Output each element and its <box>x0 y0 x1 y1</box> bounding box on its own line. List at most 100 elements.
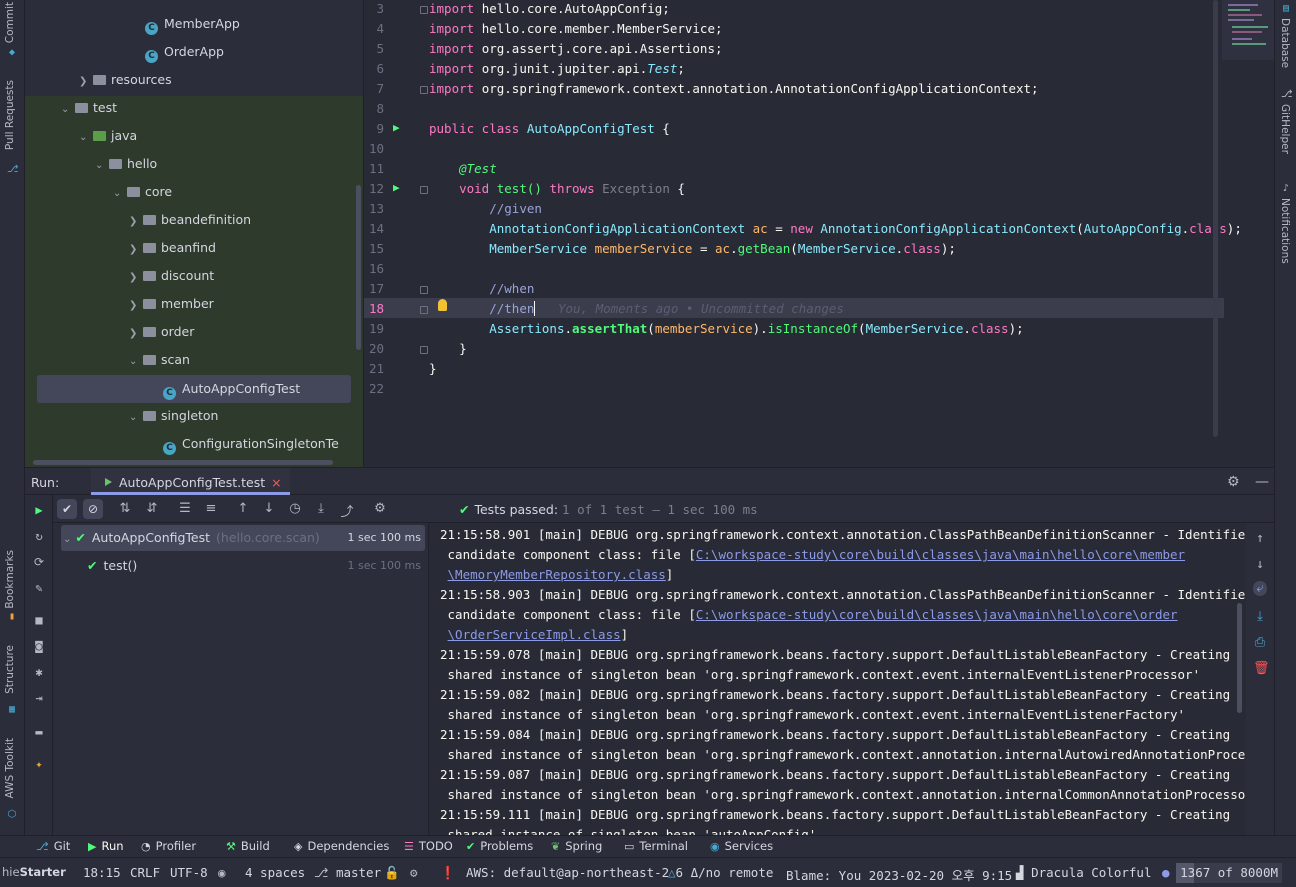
show-passed-toggle[interactable]: ✔ <box>57 499 77 519</box>
scroll-to-end-icon[interactable]: ⤓ <box>1253 609 1267 624</box>
chevron-down-icon[interactable]: ⌄ <box>63 534 71 545</box>
import-icon[interactable]: ⇥ <box>32 691 46 705</box>
debug-icon[interactable]: ✱ <box>32 665 46 679</box>
chevron-right-icon[interactable]: ❯ <box>129 208 143 236</box>
fold-marker[interactable] <box>420 6 428 14</box>
tree-item-member-app[interactable]: C MemberApp <box>145 10 240 38</box>
trash-icon[interactable]: 🗑 <box>1253 661 1270 676</box>
blame-info[interactable]: Blame: You 2023-02-20 오후 9:15 <box>786 865 1012 884</box>
fold-marker[interactable] <box>420 286 428 294</box>
arrow-down-icon[interactable]: ↓ <box>260 501 278 516</box>
git-branch[interactable]: ⎇ master <box>314 865 381 880</box>
notifications-tool-button[interactable]: Notifications <box>1279 198 1291 264</box>
pull-requests-tool-button[interactable]: Pull Requests <box>4 80 16 150</box>
stop-icon[interactable]: ■ <box>32 613 46 627</box>
history-icon[interactable]: ◷ <box>286 501 304 516</box>
close-icon[interactable]: × <box>271 475 281 490</box>
file-link[interactable]: \MemoryMemberRepository.class <box>448 567 666 582</box>
tree-item-configuration-singleton[interactable]: C ConfigurationSingletonTe <box>163 430 339 458</box>
chevron-down-icon[interactable]: ⌄ <box>129 348 143 376</box>
expand-all-icon[interactable]: ☰ <box>176 501 194 516</box>
line-separator[interactable]: CRLF <box>130 865 160 880</box>
circle-icon[interactable]: ● <box>1162 865 1170 880</box>
code-editor[interactable]: 3 4 5 6 7 8 9 10 11 12 13 14 15 16 17 18 19 20 21 22 ▶ ▶ im… <box>363 0 1274 467</box>
aws-connection[interactable]: AWS: default@ap-northeast-2 <box>466 865 669 880</box>
chevron-right-icon[interactable]: ❯ <box>129 320 143 348</box>
file-encoding[interactable]: UTF-8 <box>170 865 208 880</box>
tree-item-member[interactable]: ❯ member <box>129 290 214 318</box>
file-link[interactable]: C:\workspace-study\core\build\classes\ja… <box>696 547 1185 562</box>
tree-item-order[interactable]: ❯ order <box>129 318 194 346</box>
theme-widget[interactable]: ▟ Dracula Colorful <box>1016 865 1151 880</box>
sort-by-duration-icon[interactable]: ⇵ <box>143 501 161 516</box>
fold-marker[interactable] <box>420 86 428 94</box>
run-tool-button[interactable]: ▶ Run <box>88 839 124 853</box>
arrow-down-icon[interactable]: ↓ <box>1253 557 1267 572</box>
toggle-auto-test-icon[interactable]: ⟳ <box>32 555 46 569</box>
fold-marker[interactable] <box>420 186 428 194</box>
project-scrollbar[interactable] <box>356 185 361 350</box>
editor-scrollbar[interactable] <box>1213 0 1218 437</box>
wrench-icon[interactable]: ✎ <box>32 581 46 595</box>
file-link[interactable]: C:\workspace-study\core\build\classes\ja… <box>696 607 1178 622</box>
structure-tool-button[interactable]: Structure <box>4 645 16 694</box>
lock-icon[interactable]: 🔓 <box>384 865 400 881</box>
code-minimap[interactable] <box>1222 0 1274 60</box>
run-tab-auto-app-config-test[interactable]: AutoAppConfigTest.test × <box>91 468 290 495</box>
todo-tool-button[interactable]: ☰ TODO <box>404 839 453 853</box>
tree-item-order-app[interactable]: C OrderApp <box>145 38 224 66</box>
layout-icon[interactable]: ▬ <box>32 725 46 739</box>
tree-item-auto-app-config-test[interactable]: C AutoAppConfigTest <box>37 375 351 403</box>
rerun-failed-icon[interactable]: ↻ <box>32 529 46 543</box>
power-save-icon[interactable]: ⚙ <box>410 865 418 880</box>
tree-item-discount[interactable]: ❯ discount <box>129 262 214 290</box>
starter-widget[interactable]: hieStarter <box>2 865 66 879</box>
camera-icon[interactable]: ◙ <box>32 639 46 653</box>
show-ignored-toggle[interactable]: ⊘ <box>83 499 103 519</box>
console-scrollbar[interactable] <box>1237 603 1242 713</box>
run-test-gutter-icon[interactable]: ▶ <box>393 181 400 194</box>
terminal-tool-button[interactable]: ▭ Terminal <box>624 839 688 853</box>
tree-item-java[interactable]: ⌄ java <box>79 122 137 150</box>
soft-wrap-icon[interactable]: ⤶ <box>1253 581 1267 596</box>
build-tool-button[interactable]: ⚒ Build <box>226 839 270 853</box>
tree-item-test[interactable]: ⌄ test <box>61 94 117 122</box>
eye-icon[interactable]: ◉ <box>218 865 226 880</box>
spring-tool-button[interactable]: ❦ Spring <box>551 839 602 853</box>
tree-item-beanfind[interactable]: ❯ beanfind <box>129 234 216 262</box>
chevron-down-icon[interactable]: ⌄ <box>129 404 143 432</box>
dependencies-tool-button[interactable]: ◈ Dependencies <box>294 839 389 853</box>
settings-icon[interactable]: ⚙ <box>371 501 389 516</box>
chevron-down-icon[interactable]: ⌄ <box>95 152 109 180</box>
chevron-right-icon[interactable]: ❯ <box>79 68 93 96</box>
database-tool-button[interactable]: Database <box>1279 18 1291 68</box>
tree-item-scan[interactable]: ⌄ scan <box>129 346 190 374</box>
collapse-all-icon[interactable]: ≡ <box>202 501 220 516</box>
minimize-icon[interactable]: — <box>1255 474 1269 490</box>
problems-tool-button[interactable]: ✔ Problems <box>466 839 533 853</box>
services-tool-button[interactable]: ◉ Services <box>710 839 773 853</box>
chevron-down-icon[interactable]: ⌄ <box>79 124 93 152</box>
arrow-up-icon[interactable]: ↑ <box>1253 531 1267 546</box>
print-icon[interactable]: ⎙ <box>1253 635 1267 650</box>
gear-icon[interactable]: ⚙ <box>1227 474 1240 490</box>
aws-toolkit-tool-button[interactable]: AWS Toolkit <box>4 738 16 799</box>
chevron-down-icon[interactable]: ⌄ <box>61 96 75 124</box>
project-horizontal-scrollbar[interactable] <box>33 460 333 465</box>
tree-item-resources[interactable]: ❯ resources <box>79 66 172 94</box>
tree-item-core[interactable]: ⌄ core <box>113 178 172 206</box>
tree-item-beandefinition[interactable]: ❯ beandefinition <box>129 206 251 234</box>
git-tool-button[interactable]: ⎇ Git <box>36 839 70 853</box>
chevron-right-icon[interactable]: ❯ <box>129 236 143 264</box>
rerun-icon[interactable]: ▶ <box>32 503 46 517</box>
test-suite-row[interactable]: ⌄ ✔ AutoAppConfigTest (hello.core.scan) 1 s… <box>61 525 425 551</box>
console-output[interactable]: 21:15:58.901 [main] DEBUG org.springfram… <box>430 523 1246 835</box>
profiler-tool-button[interactable]: ◔ Profiler <box>141 839 196 853</box>
fold-marker[interactable] <box>420 306 428 314</box>
git-remote-status[interactable]: △6 Δ/no remote <box>668 865 773 880</box>
pin-icon[interactable]: ✦ <box>32 757 46 771</box>
import-tests-icon[interactable]: ⤓ <box>312 501 330 516</box>
fold-marker[interactable] <box>420 346 428 354</box>
chevron-right-icon[interactable]: ❯ <box>129 264 143 292</box>
commit-tool-button[interactable]: Commit <box>4 2 16 43</box>
